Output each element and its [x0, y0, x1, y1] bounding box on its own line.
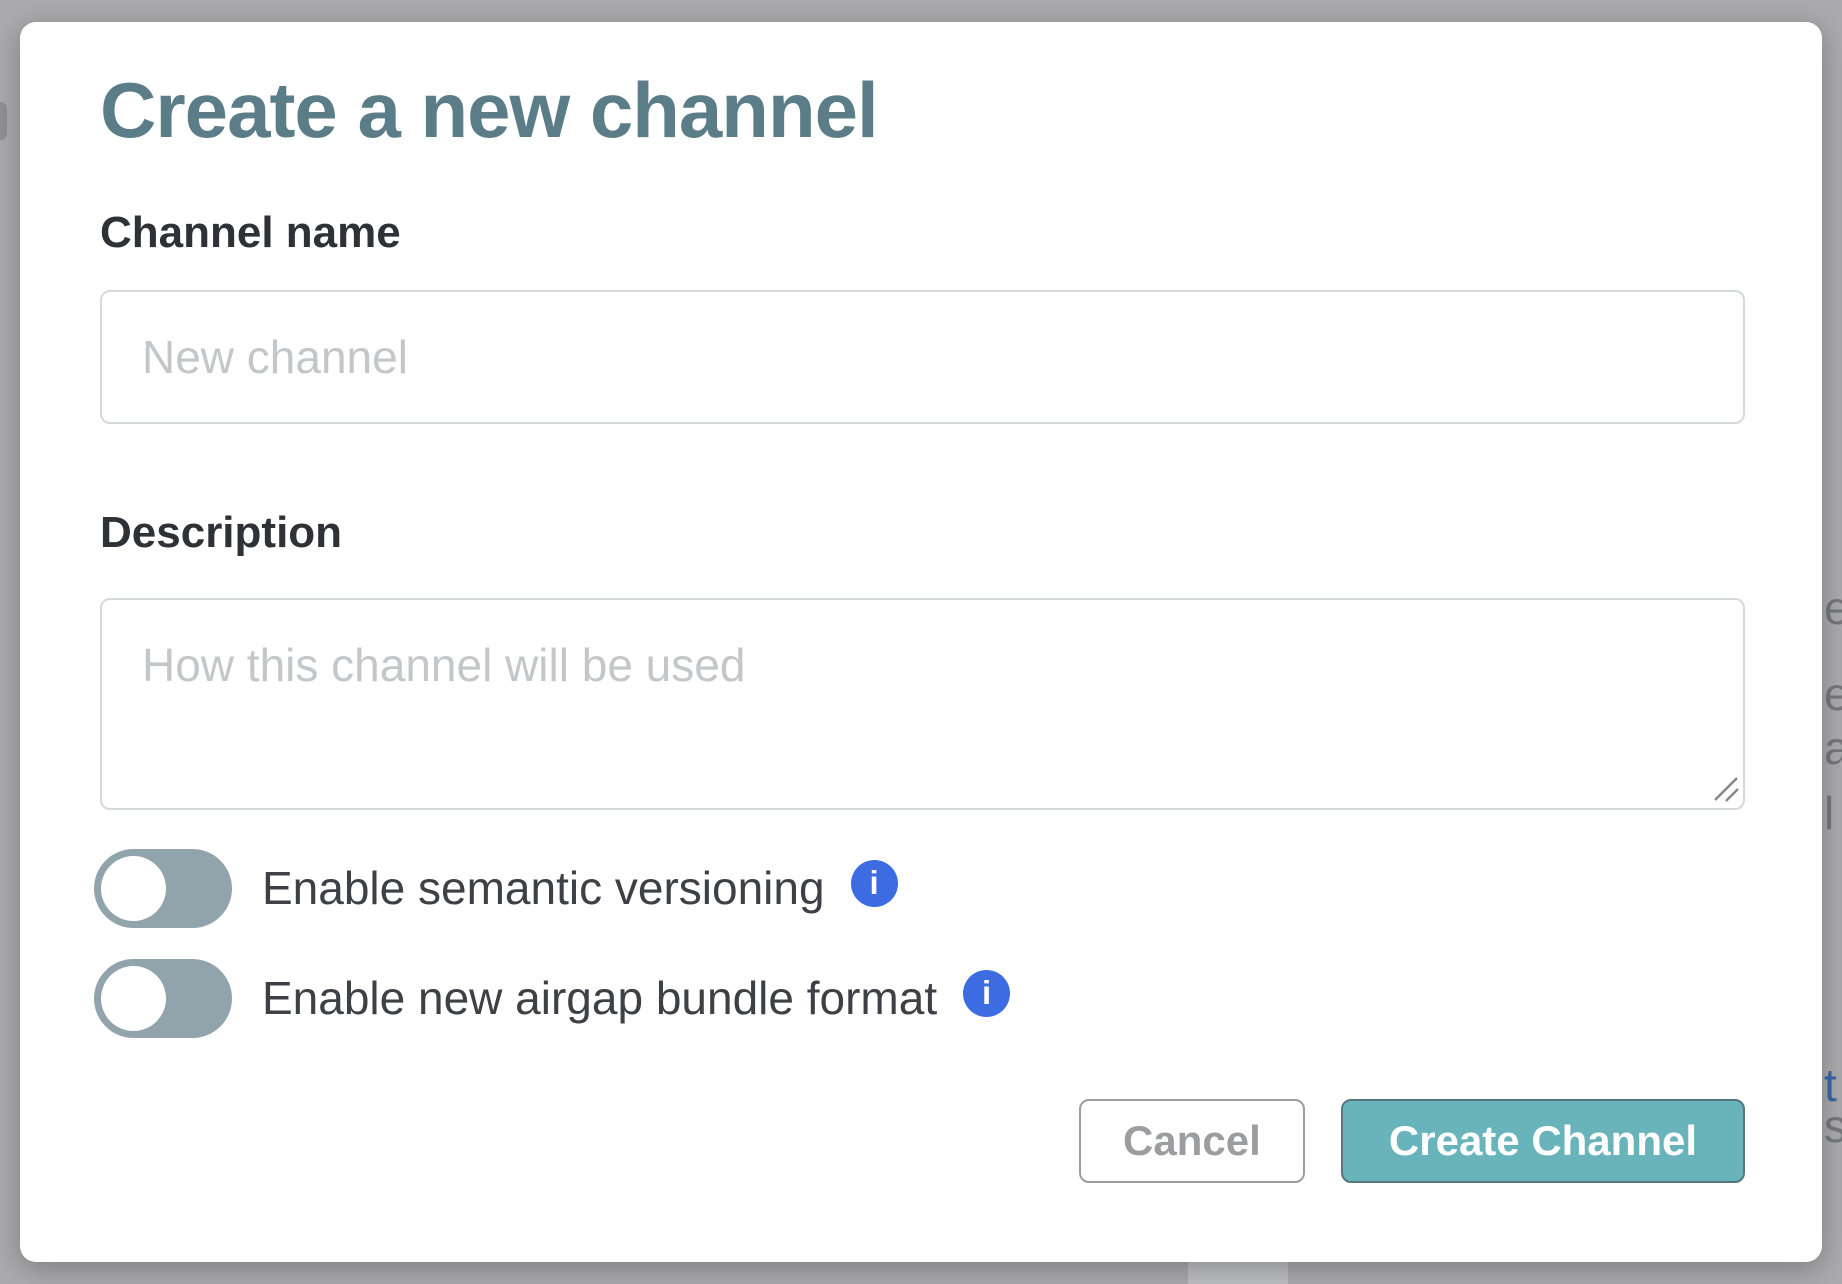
background-text-fragment: s	[1824, 1103, 1842, 1149]
cancel-button[interactable]: Cancel	[1079, 1099, 1305, 1183]
background-text-fragment: l	[1824, 790, 1834, 836]
airgap-bundle-label: Enable new airgap bundle format	[262, 971, 937, 1025]
info-icon-glyph: i	[982, 974, 991, 1012]
semantic-versioning-row: Enable semantic versioning i	[94, 848, 898, 928]
channel-name-input[interactable]	[100, 290, 1745, 424]
create-channel-modal: Create a new channel Channel name Descri…	[20, 22, 1822, 1262]
semantic-versioning-label: Enable semantic versioning	[262, 861, 825, 915]
background-text-fragment: e	[1824, 671, 1842, 717]
background-element-fragment	[0, 102, 7, 140]
background-text-fragment: a	[1824, 725, 1842, 771]
info-icon[interactable]: i	[963, 970, 1010, 1017]
airgap-bundle-row: Enable new airgap bundle format i	[94, 958, 1010, 1038]
background-text-fragment: e	[1824, 585, 1842, 631]
channel-name-label: Channel name	[100, 208, 401, 258]
background-element-fragment	[1188, 1262, 1288, 1284]
modal-title: Create a new channel	[100, 66, 878, 156]
description-label: Description	[100, 508, 342, 558]
semantic-versioning-toggle[interactable]	[94, 849, 232, 928]
airgap-bundle-toggle[interactable]	[94, 959, 232, 1038]
modal-footer: Cancel Create Channel	[1079, 1099, 1745, 1183]
toggle-knob	[101, 856, 166, 921]
toggle-knob	[101, 966, 166, 1031]
textarea-resize-handle-icon[interactable]	[1711, 774, 1739, 802]
description-textarea[interactable]	[100, 598, 1745, 810]
dimmed-page-backdrop: e e a l t s Create a new channel Channel…	[0, 0, 1842, 1284]
info-icon[interactable]: i	[851, 860, 898, 907]
info-icon-glyph: i	[869, 864, 878, 902]
create-channel-button[interactable]: Create Channel	[1341, 1099, 1745, 1183]
description-field-wrap	[100, 598, 1745, 810]
